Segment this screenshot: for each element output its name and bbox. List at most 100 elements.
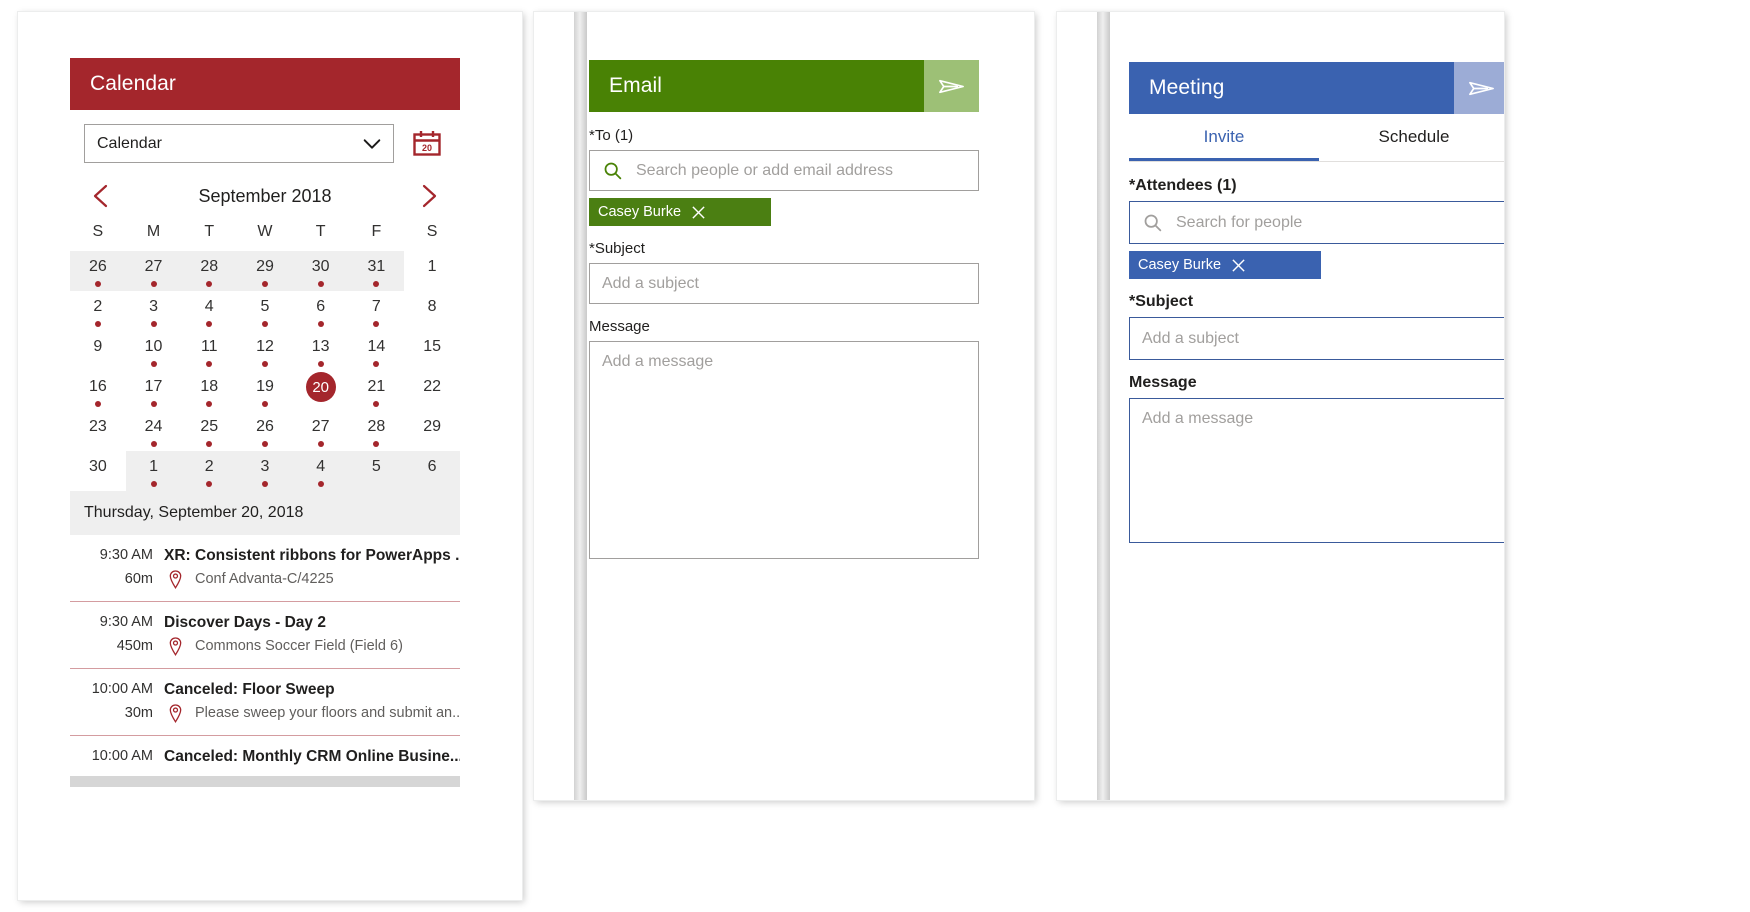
event-title: Discover Days - Day 2 <box>164 614 326 631</box>
calendar-day-cell[interactable]: 31 <box>348 251 405 291</box>
calendar-day-cell[interactable]: 25 <box>181 411 237 451</box>
calendar-day-cell[interactable]: 1 <box>404 251 460 291</box>
calendar-day-cell[interactable]: 9 <box>70 331 126 371</box>
event-duration: 450m <box>116 638 153 654</box>
send-meeting-button[interactable] <box>1454 62 1504 114</box>
event-time-column: 10:00 AM <box>70 745 164 768</box>
calendar-day-number: 4 <box>204 298 214 315</box>
calendar-day-cell[interactable]: 30 <box>70 451 126 491</box>
calendar-day-number: 18 <box>200 378 219 395</box>
calendar-day-cell[interactable]: 18 <box>181 371 237 411</box>
search-icon <box>602 160 632 181</box>
calendar-day-number: 2 <box>93 298 103 315</box>
calendar-day-cell[interactable]: 3 <box>126 291 182 331</box>
send-email-button[interactable] <box>924 60 979 112</box>
calendar-day-number: 1 <box>427 258 437 275</box>
event-location-row: Conf Advanta-C/4225 <box>164 567 460 591</box>
message-label: Message <box>1129 374 1197 391</box>
calendar-day-cell[interactable]: 26 <box>237 411 293 451</box>
event-list-scrollbar[interactable] <box>70 776 460 787</box>
calendar-day-cell[interactable]: 14 <box>349 331 405 371</box>
to-search-input[interactable]: Search people or add email address <box>589 150 979 191</box>
recipient-name: Casey Burke <box>598 204 682 220</box>
calendar-day-number: 15 <box>423 338 441 355</box>
calendar-day-cell[interactable]: 27 <box>293 411 349 451</box>
event-indicator-dot <box>94 281 101 287</box>
calendar-source-select[interactable]: Calendar <box>84 124 394 163</box>
calendar-day-number: 26 <box>256 418 274 435</box>
calendar-day-cell[interactable]: 29 <box>404 411 460 451</box>
calendar-day-cell[interactable]: 3 <box>237 451 293 491</box>
event-indicator-dot <box>261 281 268 287</box>
calendar-day-cell[interactable]: 13 <box>293 331 349 371</box>
calendar-selector-row: Calendar 20 <box>70 110 460 171</box>
calendar-day-cell[interactable]: 4 <box>292 451 349 491</box>
attendees-search-input[interactable]: Search for people <box>1129 201 1504 244</box>
go-to-today-button[interactable]: 20 <box>408 125 446 163</box>
tab-invite[interactable]: Invite <box>1129 114 1319 161</box>
calendar-day-cell[interactable]: 30 <box>292 251 349 291</box>
message-textarea[interactable]: Add a message <box>1129 398 1504 543</box>
event-list-item[interactable]: 10:00 AM 30m Canceled: Floor Sweep Please s… <box>70 669 460 736</box>
calendar-day-cell[interactable]: 20 <box>293 371 349 411</box>
event-indicator-dot <box>261 321 268 327</box>
calendar-day-cell[interactable]: 21 <box>349 371 405 411</box>
calendar-day-cell[interactable]: 10 <box>126 331 182 371</box>
calendar-day-cell[interactable]: 16 <box>70 371 126 411</box>
event-detail-column: Canceled: Monthly CRM Online Busine... <box>164 745 460 768</box>
calendar-day-cell[interactable]: 28 <box>181 251 238 291</box>
event-indicator-dot <box>206 441 213 447</box>
attendee-name: Casey Burke <box>1138 257 1222 273</box>
tab-schedule[interactable]: Schedule <box>1319 114 1504 161</box>
calendar-day-number: 23 <box>88 418 107 435</box>
calendar-day-cell[interactable]: 17 <box>126 371 182 411</box>
event-indicator-dot <box>150 401 157 407</box>
calendar-day-cell[interactable]: 5 <box>237 291 293 331</box>
calendar-day-cell[interactable]: 26 <box>70 251 126 291</box>
subject-label: *Subject <box>1129 293 1194 310</box>
event-indicator-dot <box>94 401 101 407</box>
calendar-day-cell[interactable]: 29 <box>237 251 293 291</box>
calendar-day-cell[interactable]: 8 <box>404 291 460 331</box>
calendar-day-cell[interactable]: 15 <box>404 331 460 371</box>
message-textarea[interactable]: Add a message <box>589 341 979 559</box>
event-list-item[interactable]: 10:00 AM Canceled: Monthly CRM Online Bus… <box>70 736 460 770</box>
subject-placeholder: Add a subject <box>602 274 699 292</box>
calendar-day-cell[interactable]: 22 <box>404 371 460 411</box>
subject-placeholder: Add a subject <box>1142 329 1239 347</box>
event-indicator-dot <box>206 401 213 407</box>
attendees-label: *Attendees (1) <box>1129 177 1237 194</box>
calendar-week-row: 30 1 2 3 4 5 6 <box>70 451 460 491</box>
calendar-day-cell[interactable]: 28 <box>349 411 405 451</box>
calendar-day-cell[interactable]: 12 <box>237 331 293 371</box>
calendar-day-cell[interactable]: 7 <box>349 291 405 331</box>
calendar-day-cell[interactable]: 11 <box>181 331 237 371</box>
calendar-day-cell[interactable]: 1 <box>125 451 182 491</box>
svg-text:20: 20 <box>422 143 432 153</box>
selected-date-label: Thursday, September 20, 2018 <box>70 491 460 535</box>
event-indicator-dot <box>261 401 268 407</box>
to-label: *To (1) <box>589 127 634 144</box>
calendar-day-cell[interactable]: 27 <box>125 251 182 291</box>
subject-input[interactable]: Add a subject <box>1129 317 1504 360</box>
calendar-day-cell[interactable]: 2 <box>70 291 126 331</box>
calendar-day-cell[interactable]: 19 <box>237 371 293 411</box>
calendar-day-cell[interactable]: 2 <box>181 451 238 491</box>
prev-month-button[interactable] <box>88 181 114 211</box>
calendar-day-cell[interactable]: 5 <box>348 451 405 491</box>
calendar-day-cell[interactable]: 24 <box>126 411 182 451</box>
remove-attendee-button[interactable] <box>1221 251 1255 279</box>
calendar-day-number: 3 <box>149 298 158 315</box>
calendar-day-cell[interactable]: 23 <box>70 411 126 451</box>
event-list-item[interactable]: 9:30 AM 60m XR: Consistent ribbons for Pow… <box>70 535 460 602</box>
event-indicator-dot <box>150 321 157 327</box>
remove-recipient-button[interactable] <box>681 198 715 226</box>
attendee-chip: Casey Burke <box>1129 251 1321 279</box>
calendar-day-cell[interactable]: 6 <box>293 291 349 331</box>
subject-input[interactable]: Add a subject <box>589 263 979 304</box>
event-list-item[interactable]: 9:30 AM 450m Discover Days - Day 2 Commons … <box>70 602 460 669</box>
calendar-day-cell[interactable]: 4 <box>181 291 237 331</box>
next-month-button[interactable] <box>416 181 442 211</box>
event-indicator-dot <box>317 441 324 447</box>
calendar-day-cell[interactable]: 6 <box>404 451 460 491</box>
